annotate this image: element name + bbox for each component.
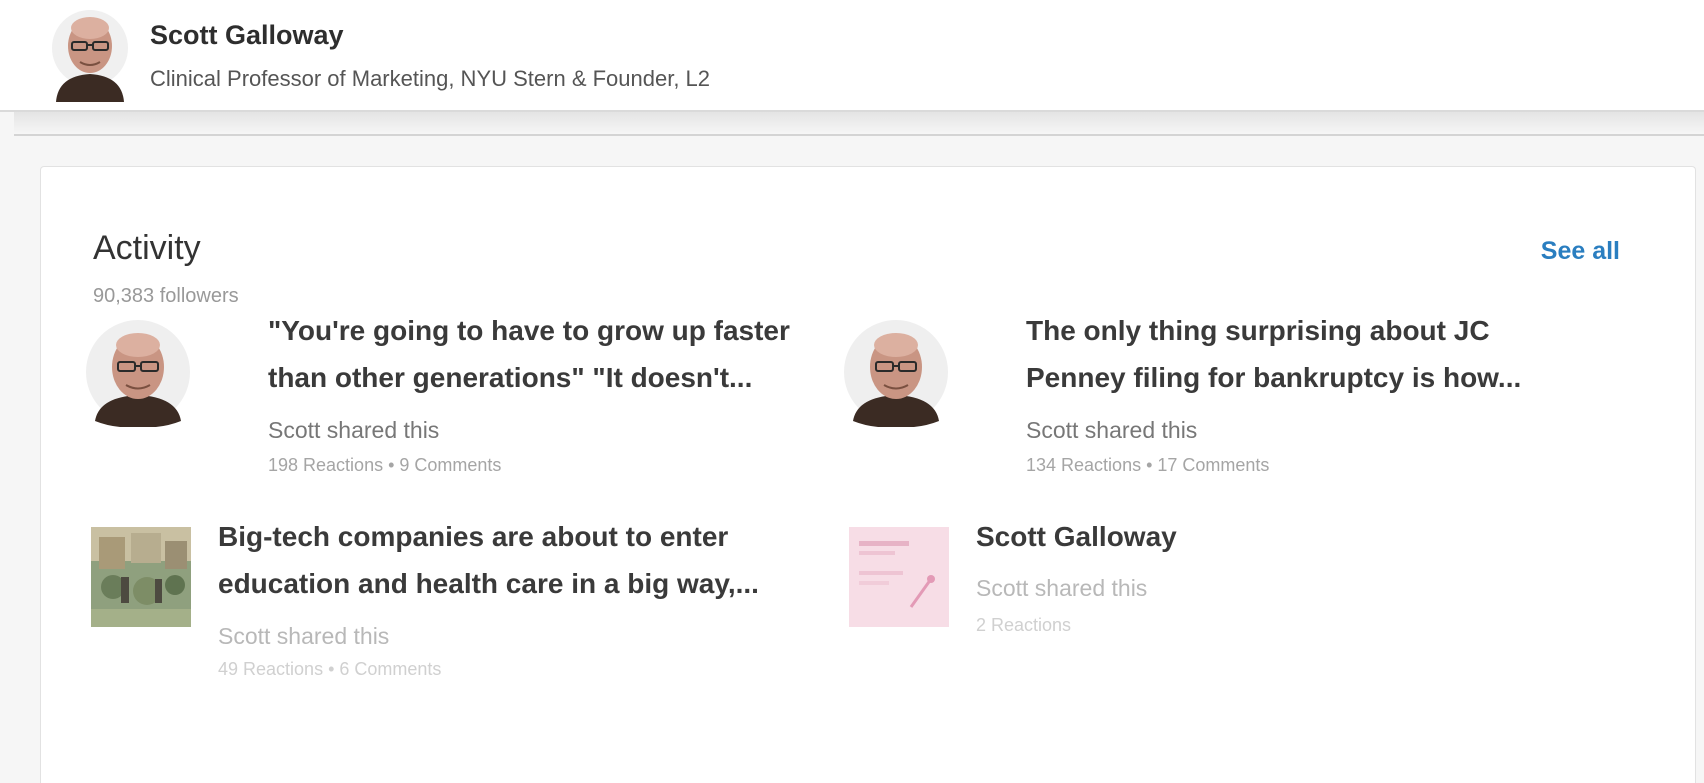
post-stats: 2 Reactions: [976, 615, 1072, 635]
profile-headline: Clinical Professor of Marketing, NYU Ste…: [150, 66, 711, 91]
post-stats: 198 Reactions • 9 Comments: [268, 455, 502, 475]
activity-card: Activity 90,383 followers See all "You'r…: [40, 166, 1696, 783]
post-title[interactable]: "You're going to have to grow up faster …: [268, 307, 868, 401]
profile-header: Scott Galloway Clinical Professor of Mar…: [0, 0, 1704, 112]
activity-post[interactable]: Big-tech companies are about to enter ed…: [33, 521, 813, 683]
profile-name[interactable]: Scott Galloway: [150, 20, 344, 51]
post-document-thumbnail: [849, 527, 949, 627]
post-title[interactable]: The only thing surprising about JC Penne…: [1026, 307, 1626, 401]
post-shared-by: Scott shared this: [976, 575, 1148, 601]
post-stats: 49 Reactions • 6 Comments: [218, 659, 442, 679]
post-stats: 134 Reactions • 17 Comments: [1026, 455, 1270, 475]
post-title[interactable]: Scott Galloway: [976, 513, 1576, 560]
post-title[interactable]: Big-tech companies are about to enter ed…: [218, 513, 818, 607]
profile-avatar[interactable]: [52, 6, 128, 102]
post-article-thumbnail: [91, 527, 191, 627]
linkedin-profile-page: Scott Galloway Clinical Professor of Mar…: [0, 0, 1704, 783]
activity-title: Activity: [93, 229, 201, 267]
card-fade-overlay: [41, 673, 1695, 783]
see-all-link[interactable]: See all: [1541, 237, 1620, 266]
header-divider: [14, 112, 1704, 136]
followers-count: 90,383 followers: [93, 285, 239, 307]
activity-post[interactable]: "You're going to have to grow up faster …: [83, 315, 863, 487]
activity-post[interactable]: Scott Galloway Scott shared this 2 React…: [791, 521, 1571, 683]
activity-post[interactable]: The only thing surprising about JC Penne…: [841, 315, 1621, 487]
post-shared-by: Scott shared this: [218, 623, 390, 649]
post-shared-by: Scott shared this: [268, 417, 440, 443]
post-author-avatar: [844, 320, 948, 427]
post-shared-by: Scott shared this: [1026, 417, 1198, 443]
post-author-avatar: [86, 320, 190, 427]
